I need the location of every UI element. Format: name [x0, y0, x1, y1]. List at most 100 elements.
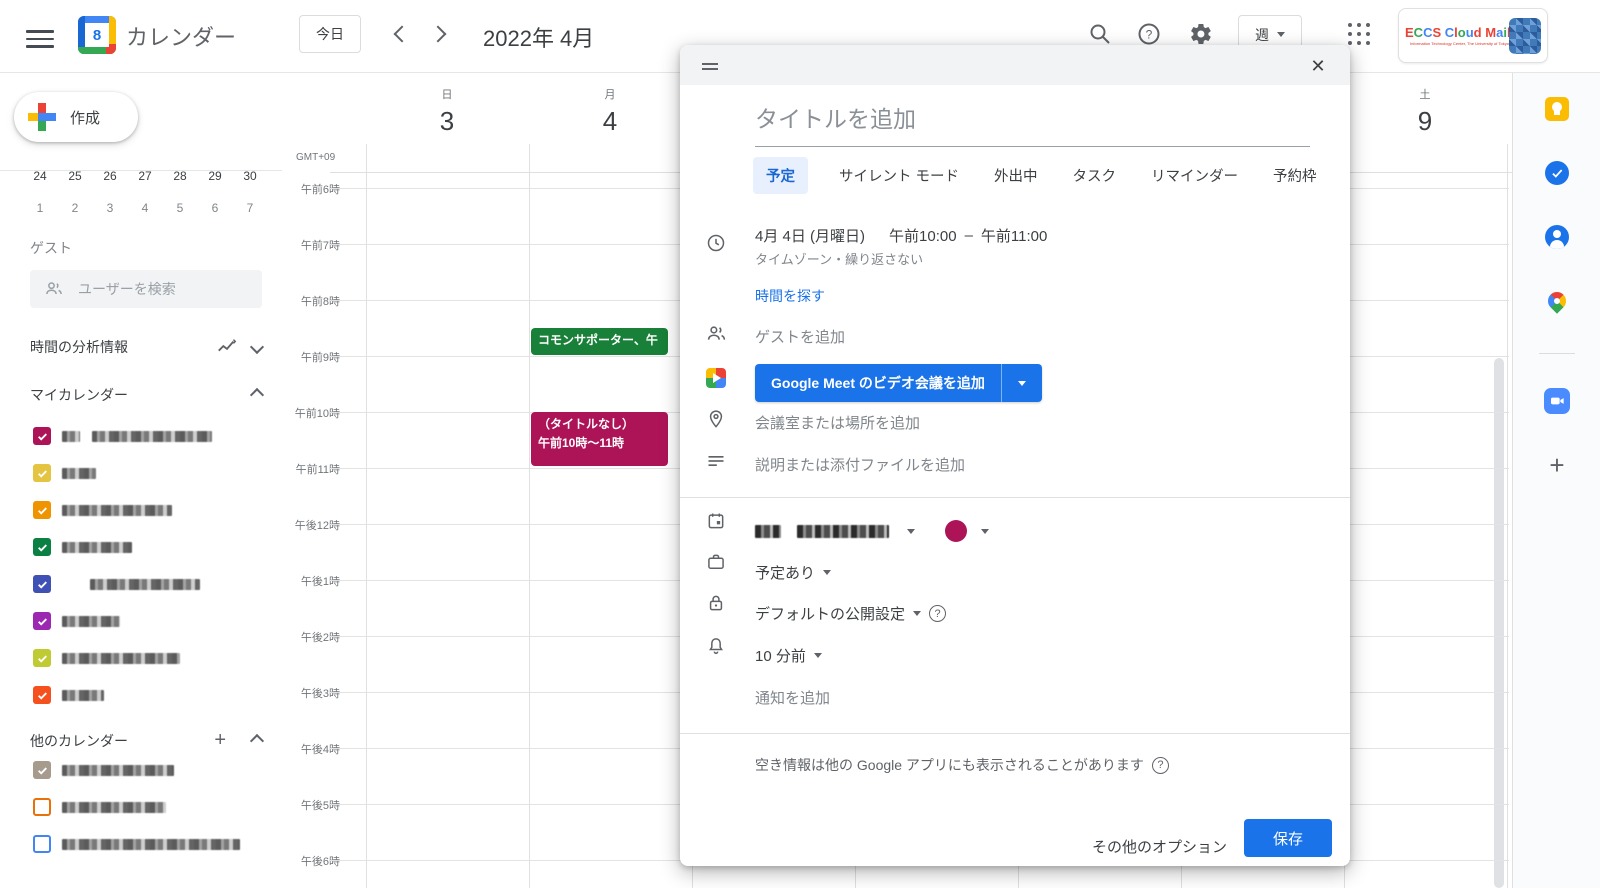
calendar-checkbox[interactable] — [33, 575, 51, 593]
mini-calendar-day[interactable]: 30 — [238, 164, 262, 188]
previous-week-icon[interactable] — [394, 26, 411, 43]
drag-handle-icon[interactable] — [702, 60, 718, 73]
mini-calendar-day[interactable]: 1 — [28, 196, 52, 220]
create-button[interactable]: 作成 — [14, 92, 138, 142]
search-users-input[interactable]: ユーザーを検索 — [30, 270, 262, 308]
next-week-icon[interactable] — [430, 26, 447, 43]
mini-calendar-day[interactable]: 27 — [133, 164, 157, 188]
calendar-checkbox[interactable] — [33, 798, 51, 816]
search-icon[interactable] — [1088, 22, 1112, 46]
today-button[interactable]: 今日 — [299, 15, 361, 53]
calendar-checkbox[interactable] — [33, 686, 51, 704]
calendar-list-item[interactable] — [0, 685, 282, 705]
event-type-tab[interactable]: タスク — [1069, 157, 1121, 194]
mini-calendar-day[interactable]: 6 — [203, 196, 227, 220]
calendar-checkbox[interactable] — [33, 538, 51, 556]
help-icon[interactable]: ? — [1152, 757, 1169, 774]
timezone-recurrence-row[interactable]: タイムゾーン・繰り返さない — [755, 249, 923, 268]
add-location-field[interactable]: 会議室または場所を追加 — [755, 412, 920, 433]
chevron-up-icon[interactable] — [250, 733, 264, 747]
event-date[interactable]: 4月 4日 (月曜日) — [755, 225, 865, 246]
help-icon[interactable]: ? — [929, 605, 946, 622]
mini-calendar-day[interactable]: 2 — [63, 196, 87, 220]
mini-calendar-day[interactable]: 29 — [203, 164, 227, 188]
add-notification-button[interactable]: 通知を追加 — [755, 687, 830, 708]
add-calendar-icon[interactable]: + — [214, 729, 226, 752]
calendar-selector-row[interactable] — [755, 520, 989, 542]
busy-selector[interactable]: 予定あり — [755, 562, 831, 583]
calendar-list-item[interactable] — [0, 797, 282, 817]
time-insights-section[interactable]: 時間の分析情報 — [30, 336, 262, 358]
more-options-button[interactable]: その他のオプション — [1082, 828, 1237, 865]
calendar-list-item[interactable] — [0, 611, 282, 631]
calendar-list-item[interactable] — [0, 500, 282, 520]
mini-calendar-day[interactable]: 5 — [168, 196, 192, 220]
day-header[interactable]: 日3 — [407, 86, 487, 137]
tasks-icon[interactable] — [1535, 156, 1579, 190]
find-time-link[interactable]: 時間を探す — [755, 286, 825, 306]
calendar-event[interactable]: コモンサポーター、午 — [531, 328, 668, 355]
meet-options-dropdown[interactable] — [1001, 364, 1042, 402]
vertical-scrollbar[interactable] — [1494, 358, 1504, 888]
event-color-swatch[interactable] — [945, 520, 967, 542]
mini-calendar-day[interactable]: 4 — [133, 196, 157, 220]
calendar-list-item[interactable] — [0, 463, 282, 483]
contacts-icon[interactable] — [1535, 220, 1579, 254]
event-type-tab[interactable]: 予約枠 — [1269, 157, 1321, 194]
date-time-row[interactable]: 4月 4日 (月曜日) 午前10:00 – 午前11:00 — [755, 225, 1047, 246]
help-icon[interactable]: ? — [1137, 22, 1161, 46]
calendar-list-item[interactable] — [0, 648, 282, 668]
event-type-tab[interactable]: サイレント モード — [835, 157, 963, 194]
calendar-list-item[interactable] — [0, 537, 282, 557]
add-description-field[interactable]: 説明または添付ファイルを追加 — [755, 454, 965, 475]
chevron-down-icon[interactable] — [250, 340, 264, 354]
calendar-checkbox[interactable] — [33, 649, 51, 667]
add-meet-button[interactable]: Google Meet のビデオ会議を追加 — [755, 364, 1042, 402]
calendar-checkbox[interactable] — [33, 427, 51, 445]
calendar-list-item[interactable] — [0, 574, 282, 594]
mini-calendar-day[interactable]: 26 — [98, 164, 122, 188]
event-type-tab[interactable]: 外出中 — [990, 157, 1042, 194]
calendar-checkbox[interactable] — [33, 761, 51, 779]
avatar[interactable] — [1509, 18, 1541, 54]
settings-gear-icon[interactable] — [1189, 22, 1213, 46]
notification-selector[interactable]: 10 分前 — [755, 645, 822, 666]
event-title-input[interactable]: タイトルを追加 — [755, 100, 1310, 147]
mini-calendar-day[interactable]: 25 — [63, 164, 87, 188]
calendar-list-item[interactable] — [0, 426, 282, 446]
google-apps-grid-icon[interactable] — [1348, 23, 1372, 47]
event-type-tab[interactable]: リマインダー — [1147, 157, 1242, 194]
event-start-time[interactable]: 午前10:00 — [889, 225, 957, 246]
calendar-list-item[interactable] — [0, 834, 282, 854]
day-header[interactable]: 土9 — [1385, 86, 1465, 137]
mini-calendar-day[interactable]: 24 — [28, 164, 52, 188]
other-calendars-section-header[interactable]: 他のカレンダー + — [30, 729, 262, 752]
calendar-event[interactable]: （タイトルなし）午前10時〜11時 — [531, 412, 668, 466]
zoom-icon[interactable] — [1535, 384, 1579, 418]
chevron-up-icon[interactable] — [250, 388, 264, 402]
get-add-ons-icon[interactable]: + — [1535, 448, 1579, 482]
event-type-tab[interactable]: 予定 — [753, 157, 808, 194]
calendar-checkbox[interactable] — [33, 501, 51, 519]
dialog-drag-bar[interactable]: ✕ — [680, 45, 1350, 85]
caret-down-icon[interactable] — [981, 529, 989, 534]
calendar-checkbox[interactable] — [33, 464, 51, 482]
account-badge[interactable]: ECCS Cloud Mail Information Technology C… — [1398, 8, 1548, 63]
caret-down-icon[interactable] — [907, 529, 915, 534]
calendar-list-item[interactable] — [0, 760, 282, 780]
main-menu-icon[interactable] — [26, 25, 54, 47]
visibility-selector[interactable]: デフォルトの公開設定 ? — [755, 603, 946, 624]
mini-calendar-day[interactable]: 28 — [168, 164, 192, 188]
maps-icon[interactable] — [1535, 284, 1579, 318]
mini-calendar-day[interactable]: 3 — [98, 196, 122, 220]
mini-calendar-day[interactable]: 7 — [238, 196, 262, 220]
save-button[interactable]: 保存 — [1244, 819, 1332, 857]
event-end-time[interactable]: 午前11:00 — [981, 225, 1047, 246]
keep-icon[interactable] — [1535, 92, 1579, 126]
calendar-checkbox[interactable] — [33, 835, 51, 853]
day-header[interactable]: 月4 — [570, 86, 650, 137]
calendar-checkbox[interactable] — [33, 612, 51, 630]
add-guests-field[interactable]: ゲストを追加 — [755, 326, 845, 347]
close-icon[interactable]: ✕ — [1306, 54, 1330, 78]
my-calendars-section-header[interactable]: マイカレンダー — [30, 385, 262, 405]
